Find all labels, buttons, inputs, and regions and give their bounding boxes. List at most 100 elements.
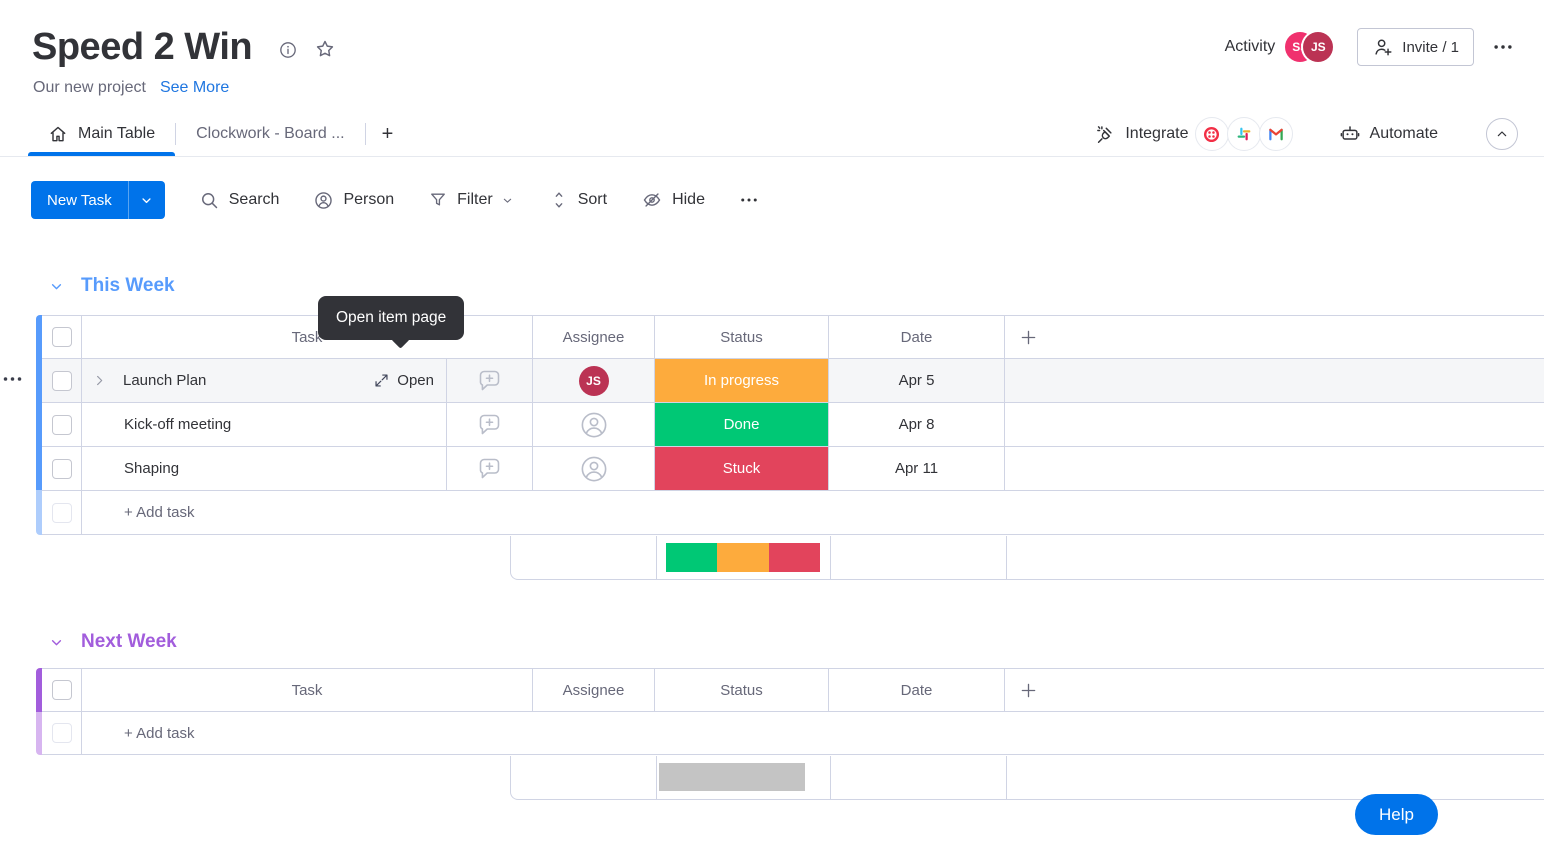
column-header-assignee[interactable]: Assignee: [533, 316, 655, 358]
invite-person-icon: [1372, 36, 1394, 58]
activity-button[interactable]: Activity: [1225, 38, 1276, 56]
person-filter-button[interactable]: Person: [313, 190, 394, 211]
favorite-star-icon[interactable]: [314, 38, 336, 60]
footer-divider: [830, 756, 831, 799]
summary-segment-stuck[interactable]: [769, 543, 820, 572]
column-header-task[interactable]: Task: [82, 316, 533, 358]
collapse-header-button[interactable]: [1486, 118, 1518, 150]
row-checkbox[interactable]: [52, 415, 72, 435]
integration-app-badges: [1197, 117, 1293, 151]
unassigned-avatar-icon[interactable]: [579, 454, 609, 484]
avatar-js[interactable]: JS: [1303, 32, 1333, 62]
tab-clockwork-board[interactable]: Clockwork - Board ...: [176, 112, 364, 156]
status-badge[interactable]: Done: [655, 403, 828, 446]
column-header-status[interactable]: Status: [655, 316, 829, 358]
group-title[interactable]: Next Week: [81, 631, 177, 653]
assignee-avatar[interactable]: JS: [579, 366, 609, 396]
group-header-this-week[interactable]: This Week: [36, 272, 175, 300]
activity-avatars[interactable]: SS JS: [1285, 32, 1333, 62]
unassigned-avatar-icon[interactable]: [579, 410, 609, 440]
add-task-row[interactable]: + Add task: [42, 712, 1544, 755]
task-name[interactable]: Shaping: [124, 460, 179, 477]
task-name[interactable]: Launch Plan: [123, 372, 206, 389]
board-menu-button[interactable]: [1492, 36, 1514, 58]
status-summary-bar[interactable]: [666, 543, 820, 572]
add-task-button[interactable]: + Add task: [82, 712, 1544, 754]
invite-button[interactable]: Invite / 1: [1357, 28, 1474, 66]
help-button[interactable]: Help: [1355, 794, 1438, 835]
expand-item-chevron-icon[interactable]: [92, 373, 107, 388]
tab-label: Main Table: [78, 125, 155, 143]
add-update-chat-icon[interactable]: [476, 411, 503, 438]
add-task-row[interactable]: + Add task: [42, 491, 1544, 535]
summary-segment-empty[interactable]: [659, 763, 805, 791]
new-task-dropdown[interactable]: [128, 181, 165, 219]
info-icon[interactable]: [278, 40, 298, 60]
group-collapse-chevron-icon[interactable]: [48, 278, 65, 295]
date-value[interactable]: Apr 11: [895, 460, 938, 477]
task-name[interactable]: Kick-off meeting: [124, 416, 231, 433]
summary-segment-in-progress[interactable]: [717, 543, 768, 572]
group-summary-footer: [510, 536, 1544, 580]
table-row-shaping[interactable]: Shaping Stuck Apr 11: [42, 447, 1544, 491]
group-title[interactable]: This Week: [81, 275, 175, 297]
summary-segment-done[interactable]: [666, 543, 717, 572]
see-more-link[interactable]: See More: [160, 79, 229, 97]
new-task-button[interactable]: New Task: [31, 181, 165, 219]
status-summary-bar[interactable]: [659, 763, 805, 791]
row-checkbox[interactable]: [52, 371, 72, 391]
tabs: Main Table Clockwork - Board ... +: [28, 112, 409, 156]
table-row-kick-off-meeting[interactable]: Kick-off meeting Done Apr 8: [42, 403, 1544, 447]
row-options-menu[interactable]: [2, 372, 23, 386]
hide-button[interactable]: Hide: [641, 189, 705, 211]
column-header-assignee[interactable]: Assignee: [533, 669, 655, 711]
task-name-cell[interactable]: Kick-off meeting: [82, 403, 447, 446]
board-subtitle: Our new project See More: [33, 79, 229, 97]
gmail-app-icon[interactable]: [1259, 117, 1293, 151]
home-icon: [48, 124, 68, 144]
search-button[interactable]: Search: [199, 190, 280, 211]
tooltip-label: Open item page: [336, 309, 446, 326]
integrate-button[interactable]: Integrate: [1094, 123, 1188, 145]
group-header-next-week[interactable]: Next Week: [36, 628, 177, 656]
twilio-app-icon[interactable]: [1195, 117, 1229, 151]
add-task-button[interactable]: + Add task: [82, 491, 1544, 534]
automate-button[interactable]: Automate: [1339, 123, 1438, 145]
add-column-button[interactable]: [1005, 316, 1544, 358]
filter-label: Filter: [457, 191, 493, 209]
sort-button[interactable]: Sort: [549, 190, 607, 210]
column-header-date[interactable]: Date: [829, 316, 1005, 358]
slack-app-icon[interactable]: [1227, 117, 1261, 151]
status-badge[interactable]: In progress: [655, 359, 828, 402]
date-value[interactable]: Apr 8: [899, 416, 935, 433]
toolbar-more-button[interactable]: [739, 190, 759, 210]
board-header: Speed 2 Win: [32, 22, 336, 72]
select-all-checkbox[interactable]: [52, 680, 72, 700]
select-all-checkbox[interactable]: [52, 327, 72, 347]
task-name-cell[interactable]: Launch Plan Open: [82, 359, 447, 402]
column-header-status[interactable]: Status: [655, 669, 829, 711]
empty-cell: [1005, 359, 1544, 402]
add-column-button[interactable]: [1005, 669, 1544, 711]
filter-button[interactable]: Filter: [428, 190, 515, 210]
table-row-launch-plan[interactable]: Launch Plan Open JS: [42, 359, 1544, 403]
invite-label: Invite / 1: [1402, 39, 1459, 56]
open-item-button[interactable]: Open: [373, 359, 434, 402]
group-collapse-chevron-icon[interactable]: [48, 634, 65, 651]
chevron-down-icon: [139, 193, 154, 208]
column-header-date[interactable]: Date: [829, 669, 1005, 711]
add-update-chat-icon[interactable]: [476, 455, 503, 482]
footer-divider: [1006, 536, 1007, 579]
add-view-button[interactable]: +: [366, 112, 410, 156]
status-badge[interactable]: Stuck: [655, 447, 828, 490]
empty-cell: [1005, 403, 1544, 446]
new-task-label[interactable]: New Task: [31, 181, 128, 219]
tab-main-table[interactable]: Main Table: [28, 112, 175, 156]
column-header-task[interactable]: Task: [82, 669, 533, 711]
row-checkbox[interactable]: [52, 459, 72, 479]
filter-dropdown-chevron-icon[interactable]: [500, 193, 515, 208]
date-value[interactable]: Apr 5: [899, 372, 935, 389]
task-name-cell[interactable]: Shaping: [82, 447, 447, 490]
add-update-chat-icon[interactable]: [476, 367, 503, 394]
board-toolbar: New Task Search Person Filter: [31, 181, 759, 219]
